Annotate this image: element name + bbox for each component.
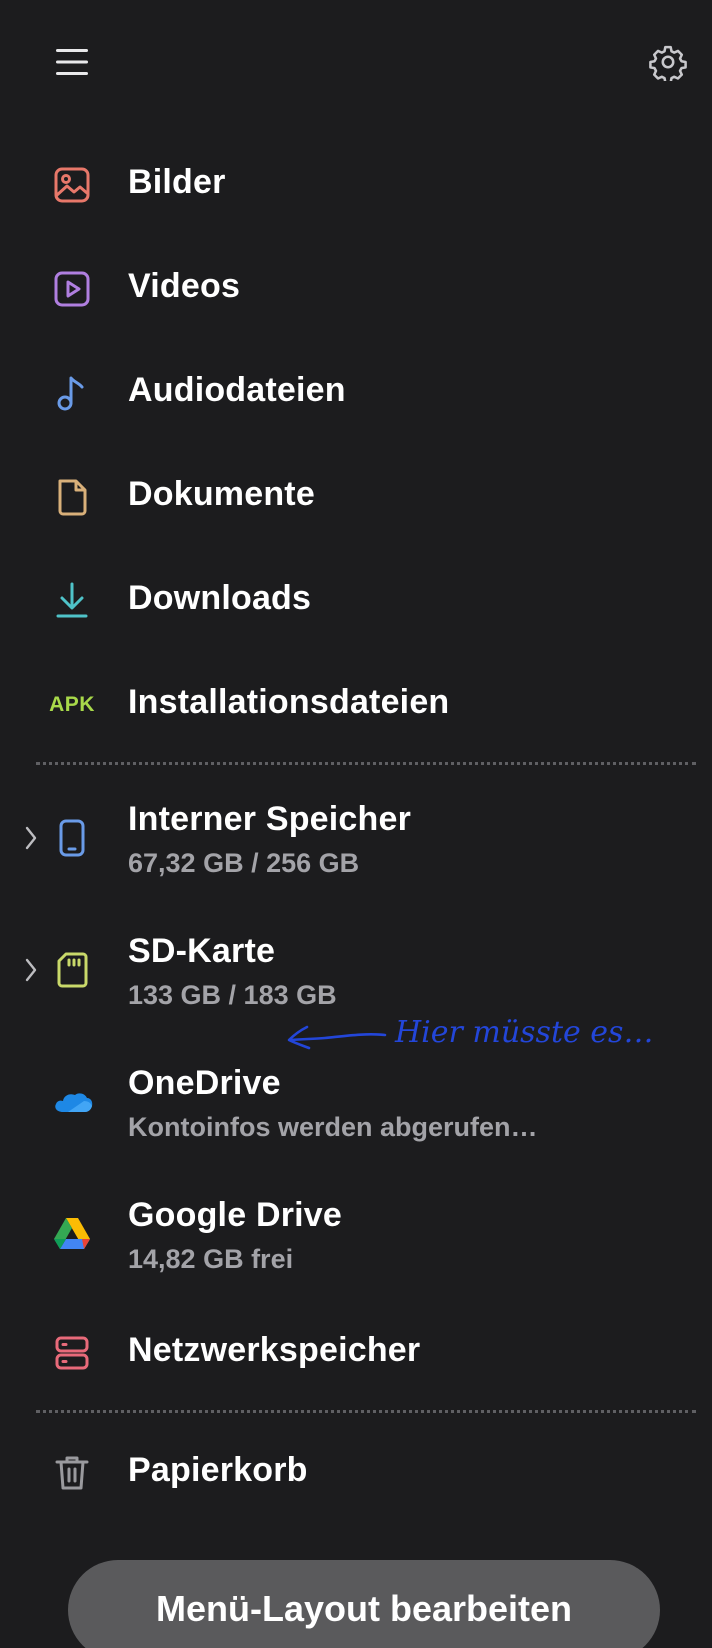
trash-label: Papierkorb [128,1451,308,1489]
expand-button[interactable] [18,818,44,858]
image-icon [54,167,90,203]
onedrive-icon [55,1093,93,1112]
section-divider [36,1410,696,1413]
chevron-right-icon [25,958,37,982]
icon-slot [48,946,96,994]
play-icon [54,271,90,307]
menu-button[interactable] [40,30,104,94]
icon-slot [48,1329,96,1377]
category-label: Videos [128,267,241,305]
icon-slot [48,369,96,417]
icon-slot [48,1210,96,1258]
storage-row-internal[interactable]: Interner Speicher 67,32 GB / 256 GB [0,790,712,900]
google-drive-icon [54,1218,90,1249]
storage-row-onedrive[interactable]: OneDrive Kontoinfos werden abgerufen… [0,1054,712,1164]
network-storage-icon [55,1336,89,1370]
storage-status: Kontoinfos werden abgerufen… [128,1112,538,1142]
settings-button[interactable] [636,30,700,94]
category-row-audiodateien[interactable]: Audiodateien [0,353,712,433]
icon-slot: APK [48,681,96,729]
category-label: Bilder [128,163,226,201]
category-row-downloads[interactable]: Downloads [0,561,712,641]
icon-slot [48,473,96,521]
category-row-dokumente[interactable]: Dokumente [0,457,712,537]
storage-label: Netzwerkspeicher [128,1331,421,1369]
storage-label: Interner Speicher [128,800,412,838]
storage-label: SD-Karte [128,932,276,970]
icon-slot [48,1449,96,1497]
phone-icon [59,819,85,857]
storage-label: OneDrive [128,1064,281,1102]
section-divider [36,762,696,765]
hamburger-menu-icon [56,49,88,75]
category-label: Downloads [128,579,312,617]
trash-row[interactable]: Papierkorb [0,1433,712,1513]
music-note-icon [57,376,84,411]
expand-button[interactable] [18,950,44,990]
arrow-left-icon [287,1025,387,1050]
category-row-installationsdateien[interactable]: APK Installationsdateien [0,665,712,745]
category-row-bilder[interactable]: Bilder [0,145,712,225]
chevron-right-icon [25,826,37,850]
icon-slot [48,161,96,209]
apk-icon: APK [49,693,95,716]
category-label: Audiodateien [128,371,346,409]
storage-free: 14,82 GB frei [128,1244,294,1274]
trash-icon [55,1456,89,1490]
category-row-videos[interactable]: Videos [0,249,712,329]
gear-icon [649,45,687,81]
download-icon [56,582,88,618]
storage-label: Google Drive [128,1196,343,1234]
annotation-text: Hier müsste es… [395,1015,654,1050]
icon-slot [48,577,96,625]
storage-row-network[interactable]: Netzwerkspeicher [0,1313,712,1393]
top-bar [0,0,712,120]
storage-row-google-drive[interactable]: Google Drive 14,82 GB frei [0,1186,712,1296]
category-label: Installationsdateien [128,683,450,721]
category-label: Dokumente [128,475,315,513]
edit-menu-layout-label: Menü-Layout bearbeiten [155,1588,573,1629]
icon-slot [48,814,96,862]
storage-usage: 67,32 GB / 256 GB [128,848,360,878]
edit-menu-layout-button[interactable]: Menü-Layout bearbeiten [68,1560,660,1648]
icon-slot [48,1078,96,1126]
document-icon [58,479,87,516]
sd-card-icon [57,952,88,988]
icon-slot [48,265,96,313]
